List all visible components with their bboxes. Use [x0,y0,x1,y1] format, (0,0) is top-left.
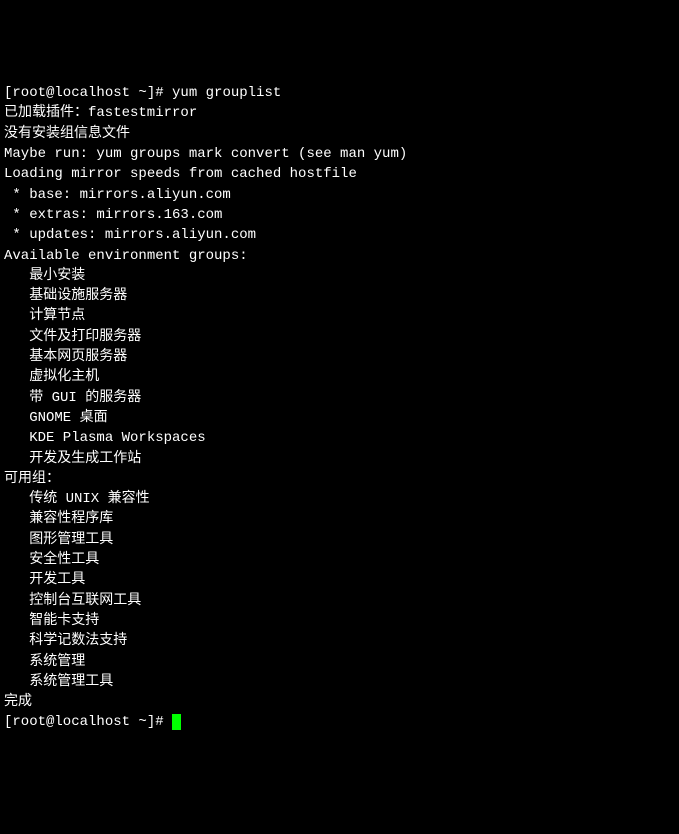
env-item: 带 GUI 的服务器 [4,388,675,408]
env-item: 基本网页服务器 [4,347,675,367]
env-item: 文件及打印服务器 [4,327,675,347]
avail-item: 兼容性程序库 [4,509,675,529]
prompt-line-1: [root@localhost ~]# yum grouplist [4,83,675,103]
mirror-updates: * updates: mirrors.aliyun.com [4,225,675,245]
avail-item: 安全性工具 [4,550,675,570]
cursor-block [172,714,181,730]
output-maybe-run: Maybe run: yum groups mark convert (see … [4,144,675,164]
terminal-output: [root@localhost ~]# yum grouplist已加载插件：f… [4,83,675,733]
avail-item: 科学记数法支持 [4,631,675,651]
env-item: 计算节点 [4,306,675,326]
output-loading: Loading mirror speeds from cached hostfi… [4,164,675,184]
output-plugin: 已加载插件：fastestmirror [4,103,675,123]
avail-item: 控制台互联网工具 [4,591,675,611]
output-done: 完成 [4,692,675,712]
env-item: KDE Plasma Workspaces [4,428,675,448]
env-item: 虚拟化主机 [4,367,675,387]
avail-item: 图形管理工具 [4,530,675,550]
avail-item: 系统管理工具 [4,672,675,692]
shell-prompt: [root@localhost ~]# [4,85,172,101]
env-item: 开发及生成工作站 [4,449,675,469]
avail-groups-header: 可用组： [4,469,675,489]
avail-item: 开发工具 [4,570,675,590]
env-item: GNOME 桌面 [4,408,675,428]
mirror-base: * base: mirrors.aliyun.com [4,185,675,205]
env-item: 最小安装 [4,266,675,286]
shell-prompt: [root@localhost ~]# [4,714,172,730]
mirror-extras: * extras: mirrors.163.com [4,205,675,225]
avail-item: 智能卡支持 [4,611,675,631]
avail-item: 传统 UNIX 兼容性 [4,489,675,509]
command-text: yum grouplist [172,85,281,101]
env-item: 基础设施服务器 [4,286,675,306]
output-no-info: 没有安装组信息文件 [4,124,675,144]
env-groups-header: Available environment groups: [4,246,675,266]
prompt-line-2[interactable]: [root@localhost ~]# [4,712,675,732]
